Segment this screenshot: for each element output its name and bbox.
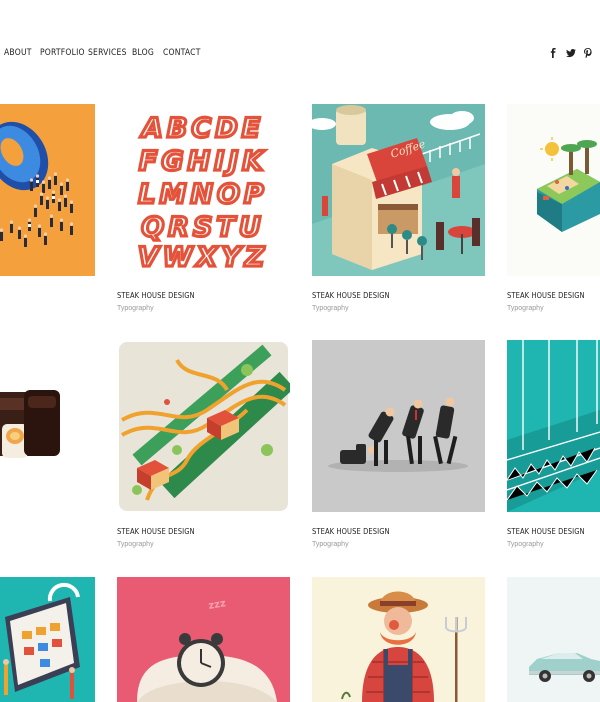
nav-blog[interactable]: BLOG: [132, 48, 154, 58]
card-title[interactable]: STEAK HOUSE DESIGN: [312, 527, 390, 536]
portfolio-tile-island[interactable]: [507, 104, 600, 276]
nav-contact[interactable]: CONTACT: [163, 48, 201, 58]
portfolio-tile-bridge[interactable]: [507, 340, 600, 512]
alphabet-row-4: QRSTU: [141, 212, 265, 243]
portfolio-tile-city-roads[interactable]: [117, 340, 290, 512]
portfolio-tile-alarm-clock[interactable]: zzz: [117, 577, 290, 702]
card-title[interactable]: STEAK HOUSE DESIGN: [117, 527, 195, 536]
card-category[interactable]: Typography: [117, 305, 154, 312]
nav-about[interactable]: ABOUT: [4, 48, 32, 58]
card-category[interactable]: Typography: [117, 541, 154, 548]
twitter-icon[interactable]: [566, 48, 576, 58]
alphabet-row-3: LMNOP: [138, 179, 267, 210]
card-title[interactable]: STEAK HOUSE DESIGN: [312, 291, 390, 300]
portfolio-tile-car[interactable]: [507, 577, 600, 702]
card-category[interactable]: Typography: [312, 305, 349, 312]
alphabet-row-1: ABCDE: [140, 113, 264, 144]
card-category[interactable]: Typography: [312, 541, 349, 548]
portfolio-tile-farmer[interactable]: [312, 577, 485, 702]
card-category[interactable]: Typography: [507, 305, 544, 312]
pinterest-icon[interactable]: [584, 48, 592, 58]
nav-services[interactable]: SERVICES: [88, 48, 127, 58]
card-title[interactable]: STEAK HOUSE DESIGN: [507, 527, 585, 536]
portfolio-tile-alphabet[interactable]: ABCDE FGHIJK LMNOP QRSTU VWXYZ: [117, 104, 290, 276]
portfolio-tile-businessmen[interactable]: [312, 340, 485, 512]
facebook-icon[interactable]: [549, 48, 557, 58]
card-category[interactable]: Typography: [507, 541, 544, 548]
portfolio-tile-coffee-shop[interactable]: Coffee: [312, 104, 485, 276]
portfolio-tile-crowd[interactable]: [0, 104, 95, 276]
alphabet-row-5: VWXYZ: [138, 242, 269, 273]
nav-portfolio[interactable]: PORTFOLIO: [40, 48, 85, 58]
portfolio-tile-dessert[interactable]: [0, 340, 95, 512]
card-title[interactable]: STEAK HOUSE DESIGN: [507, 291, 585, 300]
card-title[interactable]: STEAK HOUSE DESIGN: [117, 291, 195, 300]
portfolio-tile-workers[interactable]: [0, 577, 95, 702]
main-nav: ABOUT PORTFOLIO SERVICES BLOG CONTACT: [0, 48, 600, 64]
alphabet-row-2: FGHIJK: [139, 146, 267, 177]
